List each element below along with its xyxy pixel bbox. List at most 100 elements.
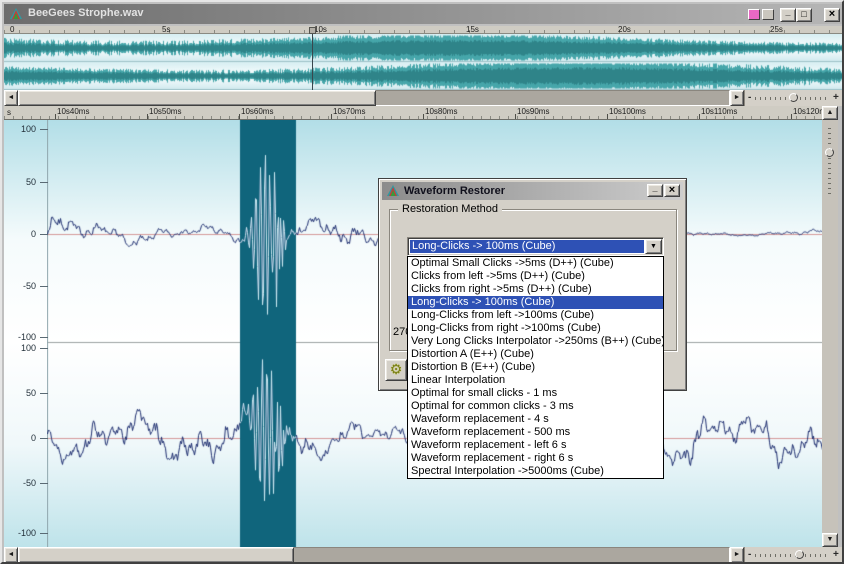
overview-cursor-handle[interactable] (309, 27, 316, 34)
dropdown-item[interactable]: Optimal for common clicks - 3 ms (408, 400, 663, 413)
time-ruler-label: 10s80ms (425, 108, 457, 116)
zoom-in-icon[interactable]: + (833, 550, 839, 560)
scroll-up-button[interactable]: ▲ (822, 106, 838, 120)
close-button[interactable]: × (824, 8, 840, 22)
time-ruler-label: 10s40ms (57, 108, 89, 116)
amplitude-label: -50 (4, 479, 36, 488)
overview-cursor-line[interactable] (312, 34, 313, 90)
amplitude-tick (40, 438, 48, 439)
dropdown-item[interactable]: Very Long Clicks Interpolator ->250ms (B… (408, 335, 663, 348)
scrollbar-thumb[interactable] (18, 90, 376, 106)
zoom-slider-thumb[interactable] (795, 550, 804, 559)
dialog-close-button[interactable]: × (664, 184, 680, 197)
scroll-right-button[interactable]: ► (730, 547, 744, 563)
amplitude-tick (40, 286, 48, 287)
dropdown-item[interactable]: Optimal Small Clicks ->5ms (D++) (Cube) (408, 257, 663, 270)
dropdown-item[interactable]: Waveform replacement - left 6 s (408, 439, 663, 452)
dialog-minimize-button[interactable]: _ (647, 184, 663, 197)
zoom-slider-thumb[interactable] (789, 93, 798, 102)
amplitude-tick (40, 393, 48, 394)
app-window: BeeGees Strophe.wav _ □ × 05s10s15s20s25… (0, 0, 844, 564)
zoom-in-icon[interactable]: + (833, 93, 839, 103)
dropdown-item[interactable]: Waveform replacement - 500 ms (408, 426, 663, 439)
skin-gray-button[interactable] (762, 9, 774, 20)
time-ruler-label: 10s90ms (517, 108, 549, 116)
vertical-zoom-thumb[interactable] (825, 148, 834, 157)
amplitude-tick (40, 337, 48, 338)
minimize-button[interactable]: _ (780, 8, 796, 22)
amplitude-label: -50 (4, 282, 36, 291)
amplitude-tick (40, 129, 48, 130)
dropdown-item[interactable]: Distortion B (E++) (Cube) (408, 361, 663, 374)
amplitude-label: 0 (4, 434, 36, 443)
zoom-out-icon[interactable]: - (748, 93, 751, 103)
dropdown-item[interactable]: Long-Clicks -> 100ms (Cube) (408, 296, 663, 309)
gear-icon: ⚙ (390, 361, 403, 377)
settings-button[interactable]: ⚙ (385, 359, 407, 381)
time-ruler-label: 10s120ms (793, 108, 822, 116)
time-ruler-label: 10s50ms (149, 108, 181, 116)
restoration-method-dropdown-list: Optimal Small Clicks ->5ms (D++) (Cube)C… (407, 256, 664, 479)
scroll-left-icon: ◄ (8, 94, 15, 101)
scroll-left-icon: ◄ (8, 551, 15, 558)
combobox-value: Long-Clicks -> 100ms (Cube) (410, 240, 644, 253)
ruler-tick (607, 114, 608, 119)
scroll-right-button[interactable]: ► (730, 90, 744, 106)
amplitude-tick (40, 182, 48, 183)
overview-panel: 05s10s15s20s25s (4, 26, 844, 90)
minimize-icon: _ (785, 7, 790, 17)
combobox-dropdown-button[interactable]: ▼ (645, 239, 662, 254)
skin-pink-button[interactable] (748, 9, 760, 20)
overview-ruler-label: 20s (618, 26, 631, 34)
scroll-right-icon: ► (734, 94, 741, 101)
dropdown-item[interactable]: Long-Clicks from left ->100ms (Cube) (408, 309, 663, 322)
close-icon: × (829, 8, 835, 20)
amplitude-label: 50 (4, 178, 36, 187)
dropdown-item[interactable]: Clicks from left ->5ms (D++) (Cube) (408, 270, 663, 283)
amplitude-label: -100 (4, 529, 36, 538)
overview-ruler-label: 0 (10, 26, 14, 34)
scroll-right-icon: ► (734, 551, 741, 558)
ruler-tick (699, 114, 700, 119)
restoration-method-combobox[interactable]: Long-Clicks -> 100ms (Cube) ▼ (407, 237, 664, 256)
dropdown-item[interactable]: Linear Interpolation (408, 374, 663, 387)
ruler-unit-label: s (7, 108, 11, 117)
vertical-zoom-track[interactable] (828, 124, 831, 194)
dialog-title: Waveform Restorer (404, 185, 505, 197)
time-ruler-label: 10s100ms (609, 108, 646, 116)
waveform-restorer-dialog: Waveform Restorer _ × Restoration Method… (378, 178, 687, 391)
dropdown-item[interactable]: Waveform replacement - 4 s (408, 413, 663, 426)
dropdown-item[interactable]: Distortion A (E++) (Cube) (408, 348, 663, 361)
scrollbar-thumb[interactable] (18, 547, 294, 563)
minimize-icon: _ (652, 183, 657, 193)
amplitude-tick (40, 234, 48, 235)
zoom-control: - + (744, 547, 844, 563)
time-ruler-label: 10s110ms (701, 108, 737, 116)
ruler-tick (791, 114, 792, 119)
dropdown-item[interactable]: Long-Clicks from right ->100ms (Cube) (408, 322, 663, 335)
time-ruler[interactable]: s 10s40ms10s50ms10s60ms10s70ms10s80ms10s… (4, 106, 822, 120)
scroll-left-button[interactable]: ◄ (4, 547, 18, 563)
dropdown-item[interactable]: Waveform replacement - right 6 s (408, 452, 663, 465)
amplitude-tick (40, 348, 48, 349)
overview-time-ruler[interactable]: 05s10s15s20s25s (4, 26, 844, 34)
vertical-scrollbar: ▲ ▼ (822, 106, 838, 547)
dropdown-item[interactable]: Spectral Interpolation ->5000ms (Cube) (408, 465, 663, 478)
scroll-left-button[interactable]: ◄ (4, 90, 18, 106)
dropdown-item[interactable]: Clicks from right ->5ms (D++) (Cube) (408, 283, 663, 296)
zoom-out-icon[interactable]: - (748, 550, 751, 560)
overview-scrollbar: ◄ ► - + (4, 90, 844, 106)
overview-ruler-label: 5s (162, 26, 170, 34)
amplitude-tick (40, 483, 48, 484)
dialog-titlebar[interactable]: Waveform Restorer _ × (382, 182, 683, 200)
dropdown-item[interactable]: Optimal for small clicks - 1 ms (408, 387, 663, 400)
app-icon (9, 7, 23, 21)
maximize-button[interactable]: □ (796, 8, 812, 22)
overview-waveform[interactable] (4, 34, 844, 90)
zoom-slider-track[interactable] (755, 554, 829, 557)
ruler-tick (55, 114, 56, 119)
scroll-down-button[interactable]: ▼ (822, 533, 838, 547)
window-titlebar[interactable]: BeeGees Strophe.wav _ □ × (4, 4, 844, 24)
main-scrollbar: ◄ ► - + (4, 547, 844, 563)
ruler-tick (515, 114, 516, 119)
